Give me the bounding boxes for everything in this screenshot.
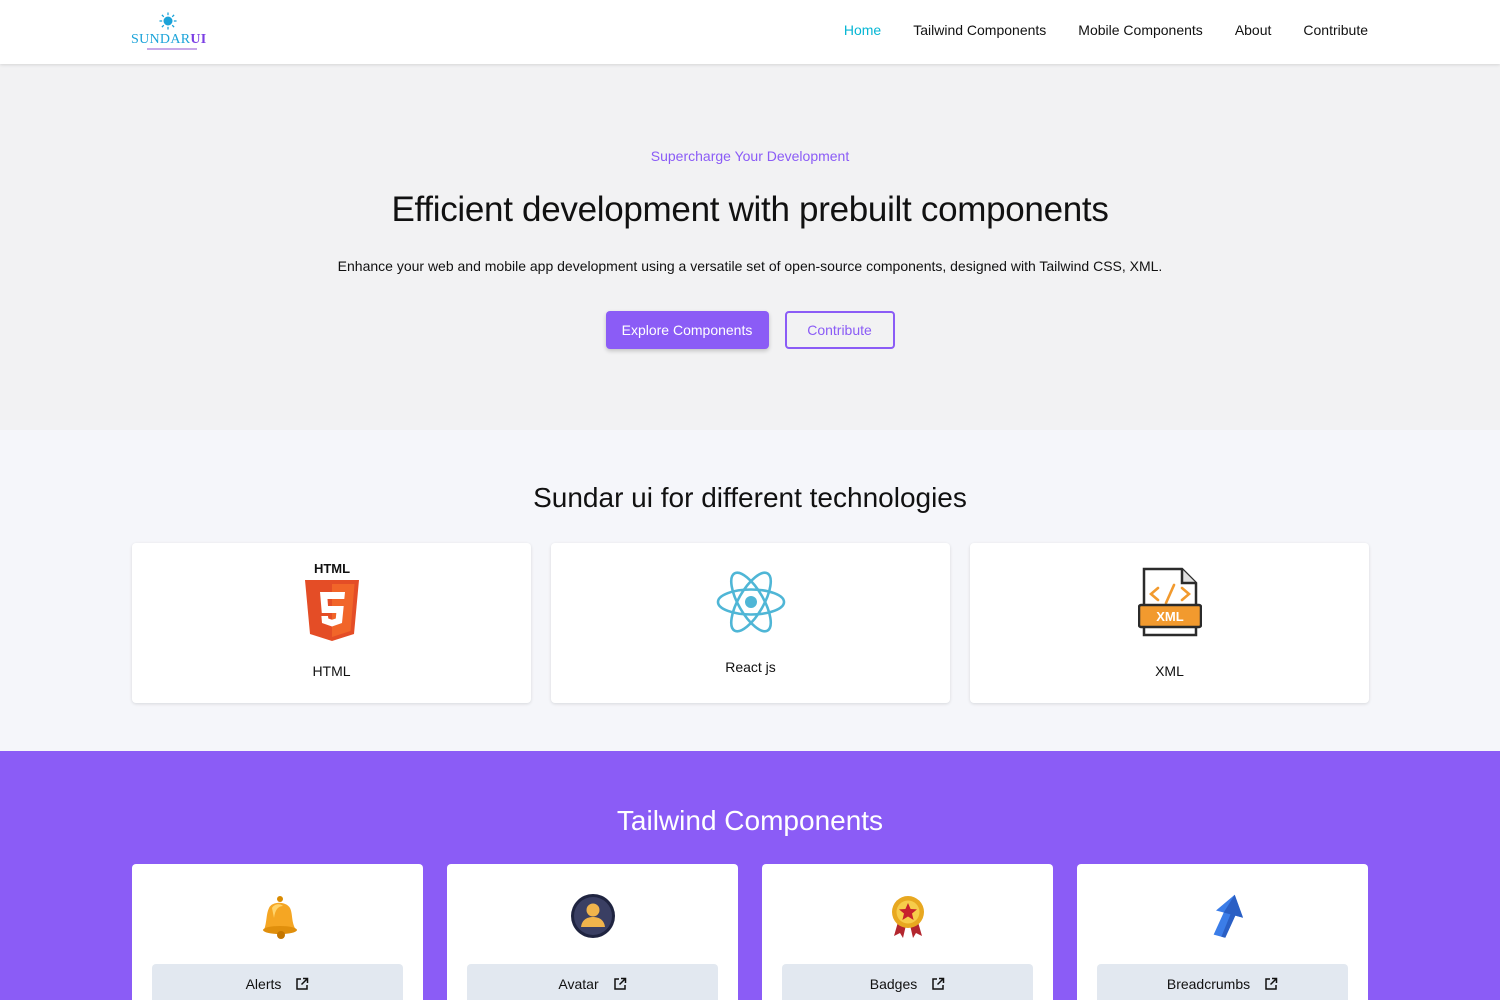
avatar-link[interactable]: Avatar [467,964,718,1000]
hero-section: Supercharge Your Development Efficient d… [0,64,1500,430]
tech-card-react[interactable]: React js [551,543,950,703]
external-link-icon [613,977,626,990]
explore-components-button[interactable]: Explore Components [605,311,769,349]
main-nav: Home Tailwind Components Mobile Componen… [844,22,1368,38]
alerts-link[interactable]: Alerts [152,964,403,1000]
component-label: Alerts [245,976,282,992]
nav-contribute[interactable]: Contribute [1303,22,1368,38]
tech-card-label: XML [1155,663,1184,679]
html5-icon: HTML [304,562,359,641]
tailwind-components-title: Tailwind Components [616,805,884,836]
technologies-section: Sundar ui for different technologies HTM… [0,430,1500,751]
badges-link[interactable]: Badges [782,964,1033,1000]
tech-card-label: React js [725,659,776,675]
site-header: SUNDARUI Home Tailwind Components Mobile… [0,0,1500,64]
technologies-title: Sundar ui for different technologies [533,482,967,513]
component-label: Avatar [558,976,599,992]
hero-buttons: Explore Components Contribute [0,311,1500,349]
sundarui-logo[interactable]: SUNDARUI [131,10,207,54]
contribute-button[interactable]: Contribute [784,311,895,349]
tailwind-components-section: Tailwind Components Alerts Avatar Badges… [0,751,1500,1000]
sun-logo-icon [159,12,177,30]
tailwind-component-cards: Alerts Avatar Badges Breadcrumbs [132,864,1368,1000]
nav-tailwind-components[interactable]: Tailwind Components [913,22,1046,38]
arrow-icon [1213,894,1243,938]
badge-medal-icon [891,896,924,938]
hero-description: Enhance your web and mobile app developm… [337,258,1163,274]
tech-card-label: HTML [312,663,351,679]
hero-kicker: Supercharge Your Development [650,148,850,164]
xml-file-icon: XML [1137,567,1202,637]
external-link-icon [296,977,309,990]
avatar-icon [570,894,615,938]
component-label: Breadcrumbs [1166,976,1251,992]
component-card-breadcrumbs: Breadcrumbs [1077,864,1368,1000]
component-card-avatar: Avatar [447,864,738,1000]
svg-text:XML: XML [1156,609,1184,624]
component-card-badges: Badges [762,864,1053,1000]
component-label: Badges [869,976,918,992]
nav-mobile-components[interactable]: Mobile Components [1078,22,1203,38]
bell-icon [262,896,297,939]
tech-card-html[interactable]: HTML HTML [132,543,531,703]
logo-tagline-mark [147,48,197,50]
hero-title: Efficient development with prebuilt comp… [391,190,1109,229]
react-icon [716,571,785,633]
svg-text:HTML: HTML [313,562,349,576]
external-link-icon [1265,977,1278,990]
external-link-icon [932,977,945,990]
logo-text: SUNDARUI [131,32,207,47]
component-card-alerts: Alerts [132,864,423,1000]
nav-about[interactable]: About [1235,22,1272,38]
nav-home[interactable]: Home [844,22,881,38]
tech-card-xml[interactable]: XML XML [970,543,1369,703]
technology-cards: HTML HTML React js XML XML [132,543,1369,703]
breadcrumbs-link[interactable]: Breadcrumbs [1097,964,1348,1000]
